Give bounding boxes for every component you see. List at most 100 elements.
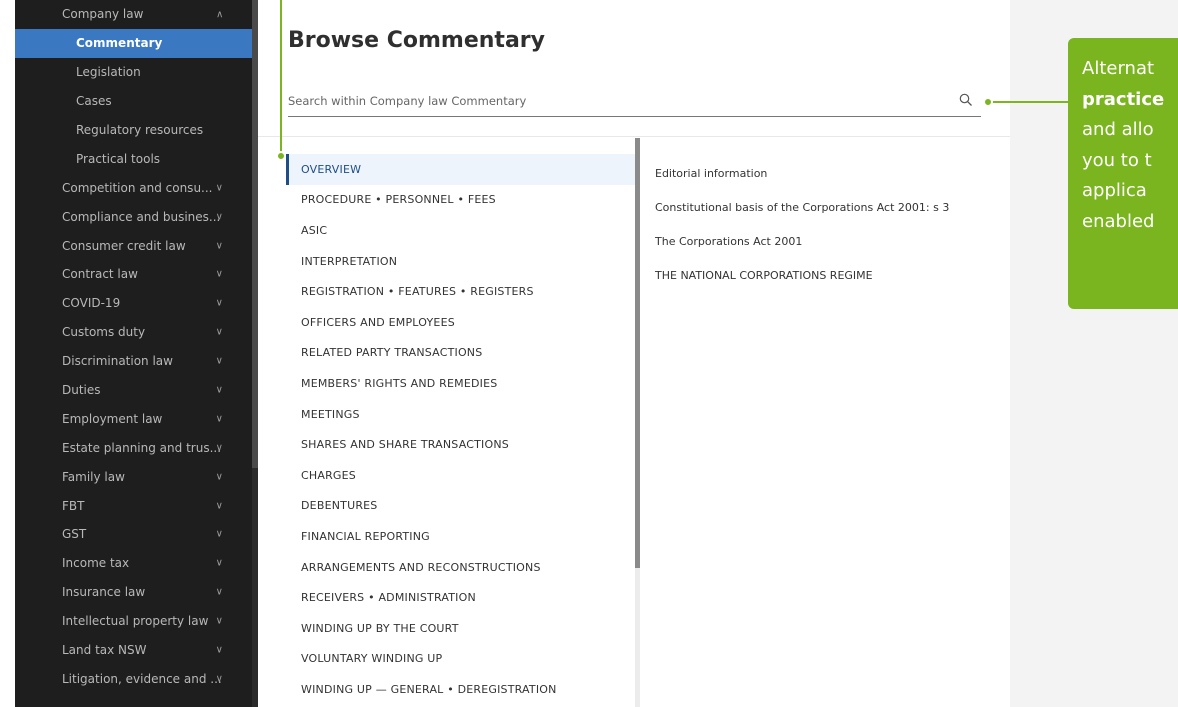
sidebar-item-label: FBT xyxy=(62,498,85,513)
sidebar-item-label: Legislation xyxy=(76,65,141,80)
detail-link[interactable]: The Corporations Act 2001 xyxy=(655,224,995,258)
toc-item[interactable]: VOLUNTARY WINDING UP xyxy=(286,644,638,675)
chevron-down-icon[interactable]: ∨ xyxy=(216,211,223,222)
sidebar-item-label: Customs duty xyxy=(62,325,146,340)
chevron-down-icon[interactable]: ∨ xyxy=(216,385,223,396)
toc-item[interactable]: WINDING UP BY THE COURT xyxy=(286,613,638,644)
toc-item[interactable]: RECEIVERS • ADMINISTRATION xyxy=(286,582,638,613)
sidebar-item-family-law[interactable]: Family law ∨ xyxy=(15,462,252,491)
chevron-down-icon[interactable]: ∨ xyxy=(216,645,223,656)
sidebar-item-covid-19[interactable]: COVID-19 ∨ xyxy=(15,289,252,318)
sidebar-item-regulatory-resources[interactable]: Regulatory resources xyxy=(15,116,252,145)
sidebar-item-employment-law[interactable]: Employment law ∨ xyxy=(15,404,252,433)
sidebar-list: Company law ∨ Commentary Legislation Cases Re… xyxy=(15,0,252,693)
annotation-line-vertical xyxy=(280,0,282,160)
search-input[interactable] xyxy=(288,88,938,114)
sidebar-item-cases[interactable]: Cases xyxy=(15,87,252,116)
toc-item[interactable]: INTERPRETATION xyxy=(286,246,638,277)
sidebar: Company law ∨ Commentary Legislation Cases Re… xyxy=(15,0,258,707)
sidebar-item-label: Cases xyxy=(76,94,112,109)
chevron-down-icon[interactable]: ∨ xyxy=(216,182,223,193)
sidebar-item-commentary[interactable]: Commentary xyxy=(15,28,252,58)
search-icon[interactable] xyxy=(959,93,973,107)
sidebar-item-label: Insurance law xyxy=(62,585,146,600)
sidebar-item-fbt[interactable]: FBT ∨ xyxy=(15,491,252,520)
sidebar-item-label: COVID-19 xyxy=(62,296,121,311)
annotation-line-horizontal xyxy=(990,101,1070,103)
sidebar-item-litigation-evidence-and[interactable]: Litigation, evidence and ... ∨ xyxy=(15,664,252,693)
sidebar-item-contract-law[interactable]: Contract law ∨ xyxy=(15,260,252,289)
chevron-down-icon[interactable]: ∨ xyxy=(216,442,223,453)
chevron-down-icon[interactable]: ∨ xyxy=(216,298,223,309)
chevron-down-icon[interactable]: ∨ xyxy=(216,240,223,251)
page-title: Browse Commentary xyxy=(288,28,545,53)
chevron-down-icon[interactable]: ∨ xyxy=(216,356,223,367)
chevron-down-icon[interactable]: ∨ xyxy=(216,673,223,684)
sidebar-item-label: Compliance and busines... xyxy=(62,209,221,224)
toc-item[interactable]: MEETINGS xyxy=(286,399,638,430)
sidebar-item-label: GST xyxy=(62,527,87,542)
detail-link[interactable]: Constitutional basis of the Corporations… xyxy=(655,190,995,224)
toc-item[interactable]: OFFICERS AND EMPLOYEES xyxy=(286,307,638,338)
sidebar-item-label: Regulatory resources xyxy=(76,123,204,137)
toc-scrollbar-thumb[interactable] xyxy=(635,138,640,568)
sidebar-item-discrimination-law[interactable]: Discrimination law ∨ xyxy=(15,347,252,376)
toc-item[interactable]: SHARES AND SHARE TRANSACTIONS xyxy=(286,429,638,460)
sidebar-item-label: Intellectual property law xyxy=(62,614,209,629)
sidebar-item-label: Employment law xyxy=(62,411,163,426)
sidebar-item-consumer-credit-law[interactable]: Consumer credit law ∨ xyxy=(15,231,252,260)
header-divider xyxy=(258,136,1010,137)
toc-list: OVERVIEW PROCEDURE • PERSONNEL • FEES ASIC… xyxy=(286,154,638,705)
toc-item[interactable]: OVERVIEW xyxy=(286,154,638,185)
sidebar-item-compliance-and-busines[interactable]: Compliance and busines... ∨ xyxy=(15,202,252,231)
toc-item[interactable]: WINDING UP — GENERAL • DEREGISTRATION xyxy=(286,674,638,705)
chevron-down-icon[interactable]: ∨ xyxy=(216,471,223,482)
sidebar-item-competition-and-consu[interactable]: Competition and consu... ∨ xyxy=(15,173,252,202)
sidebar-item-intellectual-property-law[interactable]: Intellectual property law ∨ xyxy=(15,607,252,636)
callout-line: Alternat xyxy=(1082,58,1155,79)
sidebar-item-insurance-law[interactable]: Insurance law ∨ xyxy=(15,578,252,607)
sidebar-item-label: Estate planning and trus... xyxy=(62,440,222,455)
chevron-down-icon[interactable]: ∨ xyxy=(216,529,223,540)
toc-item[interactable]: MEMBERS' RIGHTS AND REMEDIES xyxy=(286,368,638,399)
chevron-up-icon[interactable]: ∨ xyxy=(216,9,223,20)
toc-scrollbar[interactable] xyxy=(635,138,640,707)
sidebar-item-gst[interactable]: GST ∨ xyxy=(15,520,252,549)
sidebar-item-label: Company law xyxy=(62,7,144,22)
sidebar-item-label: Duties xyxy=(62,383,101,398)
detail-link[interactable]: Editorial information xyxy=(655,156,995,190)
sidebar-item-label: Contract law xyxy=(62,267,138,282)
annotation-dot-search xyxy=(983,97,993,107)
sidebar-item-income-tax[interactable]: Income tax ∨ xyxy=(15,549,252,578)
detail-link[interactable]: THE NATIONAL CORPORATIONS REGIME xyxy=(655,258,995,292)
toc-item[interactable]: RELATED PARTY TRANSACTIONS xyxy=(286,338,638,369)
sidebar-item-label: Income tax xyxy=(62,556,130,571)
sidebar-item-estate-planning-and-trus[interactable]: Estate planning and trus... ∨ xyxy=(15,433,252,462)
search-bar xyxy=(288,88,981,117)
sidebar-item-label: Practical tools xyxy=(76,151,161,166)
sidebar-item-company-law[interactable]: Company law ∨ xyxy=(15,0,252,29)
toc-item[interactable]: DEBENTURES xyxy=(286,491,638,522)
chevron-down-icon[interactable]: ∨ xyxy=(216,587,223,598)
chevron-down-icon[interactable]: ∨ xyxy=(216,269,223,280)
sidebar-item-land-tax-nsw[interactable]: Land tax NSW ∨ xyxy=(15,636,252,665)
callout-line: applica xyxy=(1082,180,1147,201)
sidebar-item-legislation[interactable]: Legislation xyxy=(15,58,252,87)
toc-item[interactable]: FINANCIAL REPORTING xyxy=(286,521,638,552)
toc-item[interactable]: ASIC xyxy=(286,215,638,246)
sidebar-item-label: Litigation, evidence and ... xyxy=(62,671,222,686)
toc-item[interactable]: PROCEDURE • PERSONNEL • FEES xyxy=(286,185,638,216)
sidebar-item-label: Land tax NSW xyxy=(62,643,147,658)
chevron-down-icon[interactable]: ∨ xyxy=(216,616,223,627)
toc-item[interactable]: CHARGES xyxy=(286,460,638,491)
toc-item[interactable]: ARRANGEMENTS AND RECONSTRUCTIONS xyxy=(286,552,638,583)
sidebar-item-practical-tools[interactable]: Practical tools xyxy=(15,144,252,173)
sidebar-item-customs-duty[interactable]: Customs duty ∨ xyxy=(15,318,252,347)
chevron-down-icon[interactable]: ∨ xyxy=(216,500,223,511)
chevron-down-icon[interactable]: ∨ xyxy=(216,558,223,569)
chevron-down-icon[interactable]: ∨ xyxy=(216,327,223,338)
callout-line: and allo xyxy=(1082,119,1154,140)
sidebar-item-duties[interactable]: Duties ∨ xyxy=(15,376,252,405)
chevron-down-icon[interactable]: ∨ xyxy=(216,413,223,424)
toc-item[interactable]: REGISTRATION • FEATURES • REGISTERS xyxy=(286,276,638,307)
